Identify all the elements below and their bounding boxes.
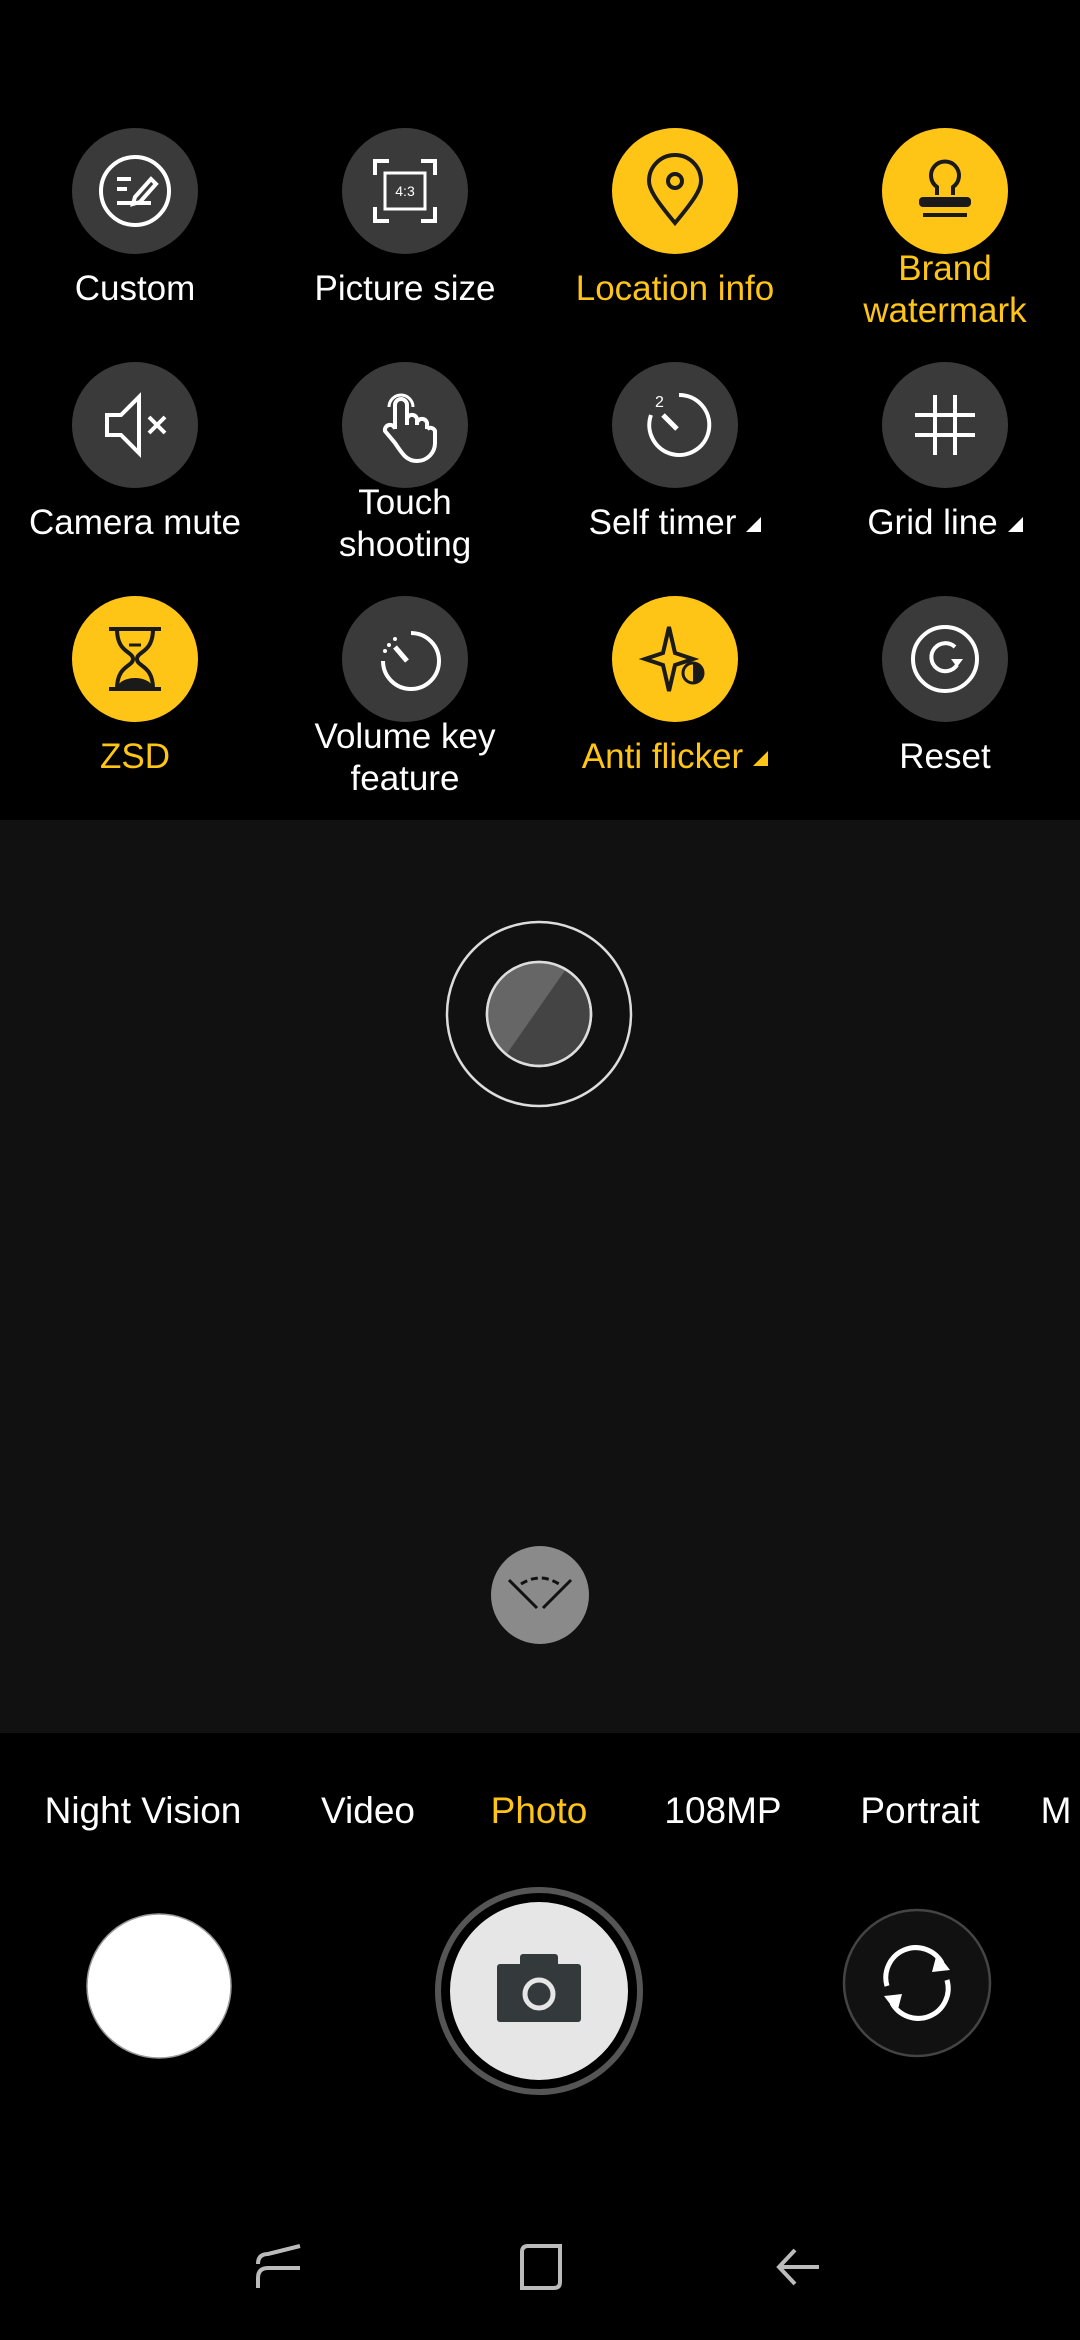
setting-custom[interactable]: Custom	[0, 128, 270, 310]
speaker-mute-icon-button[interactable]	[72, 362, 198, 488]
dropdown-triangle-icon[interactable]	[746, 517, 762, 533]
svg-text:2: 2	[655, 394, 664, 411]
setting-label: Brand watermark	[863, 249, 1027, 330]
camera-icon	[497, 1954, 581, 2022]
setting-picture-size[interactable]: 4:3 Picture size	[270, 128, 540, 310]
location-pin-icon	[646, 153, 704, 227]
wide-angle-button[interactable]	[491, 1546, 589, 1644]
setting-location-info[interactable]: Location info	[540, 128, 810, 310]
setting-label: Reset	[899, 737, 991, 776]
dropdown-triangle-icon[interactable]	[753, 751, 769, 767]
dial-icon-button[interactable]	[342, 596, 468, 722]
setting-brand-watermark[interactable]: Brand watermark	[810, 128, 1080, 332]
setting-camera-mute[interactable]: Camera mute	[0, 362, 270, 544]
gallery-thumbnail[interactable]	[86, 1913, 232, 2059]
mode-108mp[interactable]: 108MP	[664, 1790, 781, 1832]
setting-self-timer[interactable]: 2 Self timer	[540, 362, 810, 544]
setting-label: Location info	[575, 269, 775, 308]
grid-icon	[915, 395, 975, 455]
mode-portrait[interactable]: Portrait	[860, 1790, 979, 1832]
focus-ring-icon[interactable]	[444, 919, 634, 1109]
setting-label: Anti flicker	[540, 736, 810, 778]
grid-icon-button[interactable]	[882, 362, 1008, 488]
stamp-icon-button[interactable]	[882, 128, 1008, 254]
home-icon[interactable]	[514, 2242, 564, 2292]
location-pin-icon-button[interactable]	[612, 128, 738, 254]
dial-icon	[381, 631, 441, 691]
mode-night-vision[interactable]: Night Vision	[45, 1790, 242, 1832]
sparkle-icon-button[interactable]	[612, 596, 738, 722]
edit-icon-button[interactable]	[72, 128, 198, 254]
back-icon[interactable]	[773, 2242, 823, 2292]
hourglass-icon	[109, 627, 161, 691]
settings-panel: Custom 4:3 Picture size Location info Bra…	[0, 0, 1080, 820]
setting-touch-shooting[interactable]: Touch shooting	[270, 362, 540, 566]
setting-label: Custom	[74, 269, 196, 308]
stamp-icon	[919, 159, 971, 217]
svg-text:4:3: 4:3	[395, 183, 415, 199]
mode-video[interactable]: Video	[321, 1790, 415, 1832]
speaker-mute-icon	[105, 392, 167, 458]
setting-zsd[interactable]: ZSD	[0, 596, 270, 778]
setting-grid-line[interactable]: Grid line	[810, 362, 1080, 544]
setting-anti-flicker[interactable]: Anti flicker	[540, 596, 810, 778]
setting-label: Touch shooting	[338, 483, 472, 564]
mode-photo[interactable]: Photo	[491, 1790, 588, 1832]
recent-apps-icon[interactable]	[254, 2242, 304, 2292]
switch-camera-button[interactable]	[842, 1908, 992, 2058]
aspect-ratio-icon: 4:3	[373, 159, 437, 223]
setting-volume-key-feature[interactable]: Volume key feature	[270, 596, 540, 800]
setting-label: Grid line	[810, 502, 1080, 544]
setting-reset[interactable]: Reset	[810, 596, 1080, 778]
reset-icon	[911, 625, 979, 693]
setting-label: ZSD	[100, 737, 170, 776]
aspect-ratio-icon-button[interactable]: 4:3	[342, 128, 468, 254]
hourglass-icon-button[interactable]	[72, 596, 198, 722]
dropdown-triangle-icon[interactable]	[1007, 517, 1023, 533]
setting-label: Self timer	[540, 502, 810, 544]
edit-icon	[99, 155, 171, 227]
mode-selector[interactable]: Night Vision Video Photo 108MP Portrait M	[0, 1790, 1080, 1840]
shutter-button[interactable]	[434, 1886, 644, 2096]
touch-hand-icon-button[interactable]	[342, 362, 468, 488]
reset-icon-button[interactable]	[882, 596, 1008, 722]
setting-label: Camera mute	[28, 503, 242, 542]
timer-icon-button[interactable]: 2	[612, 362, 738, 488]
setting-label: Volume key feature	[314, 717, 496, 798]
camera-preview[interactable]	[0, 820, 1080, 1733]
mode-m[interactable]: M	[1041, 1790, 1072, 1832]
timer-icon: 2	[647, 392, 712, 457]
sparkle-icon	[638, 626, 705, 692]
setting-label: Picture size	[314, 269, 496, 308]
touch-hand-icon	[382, 393, 437, 464]
